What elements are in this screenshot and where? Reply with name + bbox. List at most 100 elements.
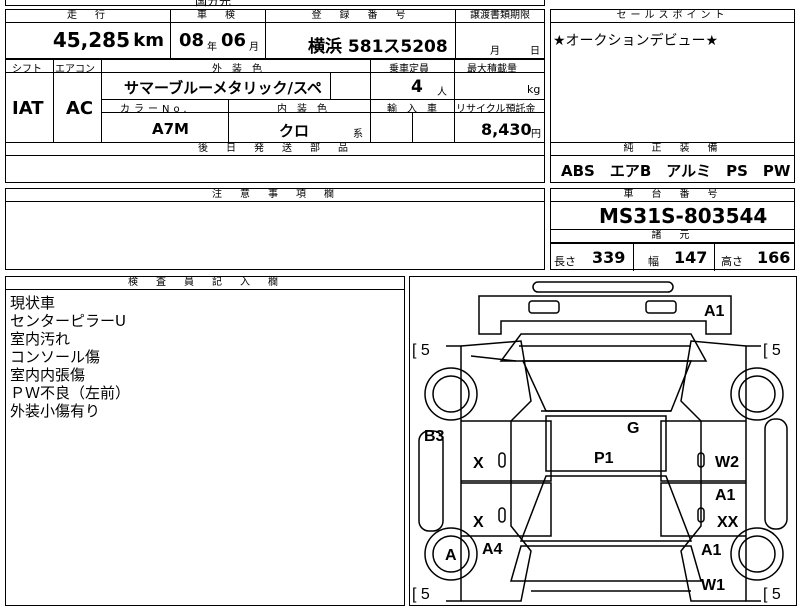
recycle-unit: 円 — [531, 129, 541, 140]
inspection-year-unit: 年 — [207, 42, 217, 53]
aircon-value: AC — [66, 98, 94, 119]
registration-box: 登 録 番 号 横浜 581ス5208 — [265, 9, 456, 59]
chassis-value: MS31S-803544 — [599, 204, 768, 228]
mark-w2: W2 — [715, 454, 739, 471]
mark-left-bracket: [ 5 — [412, 342, 430, 359]
interior-value: クロ — [279, 122, 310, 140]
transfer-deadline-header: 譲渡書類期限 — [456, 10, 544, 23]
remark-line: ＰＷ不良（左前） — [10, 384, 131, 402]
mark-bottom-left-bracket: [ 5 — [412, 586, 430, 603]
mark-x-upper: X — [473, 455, 484, 472]
shift-value: IAT — [12, 98, 44, 119]
sales-point-text: ★オークションデビュー★ — [553, 33, 719, 49]
aircon-header-cell: エアコン — [53, 59, 102, 75]
remark-line: センターピラーU — [10, 312, 126, 330]
remarks-list: 現状車 センターピラーU 室内汚れ コンソール傷 室内内張傷 ＰＷ不良（左前） … — [10, 294, 130, 420]
import-value-cell-a — [370, 112, 413, 143]
mileage-unit: km — [133, 30, 164, 51]
equipment-items: ABS エアB アルミ PS PW — [561, 162, 791, 180]
interior-unit: 系 — [353, 129, 363, 140]
notes-box: 注 意 事 項 欄 — [5, 188, 545, 270]
mark-a-wheel: A — [445, 547, 457, 564]
remark-line: 現状車 — [10, 294, 56, 312]
mark-bottom-right-bracket: [ 5 — [763, 586, 781, 603]
interior-value-cell: クロ 系 — [228, 112, 371, 143]
top-strip — [5, 0, 545, 6]
transfer-day-unit: 日 — [530, 46, 540, 57]
inspection-year: 08 — [179, 30, 205, 51]
interior-header-cell: 内 装 色 — [228, 99, 371, 115]
capacity-value-cell: 4 人 — [370, 72, 455, 100]
exterior-value-cell: サマーブルーメタリック/スペ — [101, 72, 331, 100]
length-value: 339 — [592, 248, 626, 267]
mark-w1: W1 — [701, 577, 725, 594]
color-no-value: A7M — [152, 120, 189, 138]
capacity-value: 4 — [411, 77, 423, 97]
top-fragment: 国分先 — [195, 0, 232, 8]
registration-header: 登 録 番 号 — [266, 10, 455, 23]
damage-marks: A1 [ 5 [ 5 B3 G P1 X W2 A1 X XX A A4 A1 … — [412, 303, 781, 603]
color-no-value-cell: A7M — [101, 112, 229, 143]
later-parts-box: 後 日 発 送 部 品 — [5, 142, 545, 183]
import-value-cell-b — [412, 112, 455, 143]
mileage-value: 45,285 — [52, 28, 130, 52]
inspection-month: 06 — [221, 30, 247, 51]
height-cell: 高さ 166 — [714, 243, 795, 271]
mark-a1-top: A1 — [704, 303, 725, 320]
equipment-header: 純 正 装 備 — [551, 143, 794, 156]
height-label: 高さ — [721, 255, 743, 268]
recycle-value-cell: 8,430 円 — [454, 112, 545, 143]
specs-header: 諸 元 — [551, 229, 794, 243]
load-unit: kg — [527, 83, 541, 96]
remark-line: 室内汚れ — [10, 330, 71, 348]
transfer-month-unit: 月 — [490, 46, 500, 57]
mark-xx: XX — [717, 514, 739, 531]
mark-a4: A4 — [482, 541, 503, 558]
aircon-value-cell: AC — [53, 72, 102, 144]
car-diagram: A1 [ 5 [ 5 B3 G P1 X W2 A1 X XX A A4 A1 … — [412, 281, 788, 603]
width-cell: 幅 147 — [633, 243, 715, 271]
inspection-month-unit: 月 — [249, 42, 259, 53]
transfer-deadline-box: 譲渡書類期限 月 日 — [455, 9, 545, 59]
mark-g: G — [627, 420, 639, 437]
remark-line: 外装小傷有り — [10, 402, 101, 420]
remark-line: 室内内張傷 — [10, 366, 86, 384]
mileage-box: 走 行 45,285 km — [5, 9, 171, 59]
notes-header: 注 意 事 項 欄 — [6, 189, 544, 202]
width-value: 147 — [674, 248, 708, 267]
inspection-box: 車 検 08 年 06 月 — [170, 9, 266, 59]
exterior-extra-cell — [330, 72, 371, 100]
sales-point-header: セールスポイント — [551, 10, 794, 23]
mileage-header: 走 行 — [6, 10, 170, 23]
capacity-header-cell: 乗車定員 — [370, 59, 455, 75]
recycle-header-cell: リサイクル預託金 — [454, 99, 545, 115]
mark-b3: B3 — [424, 428, 445, 445]
sales-point-box: セールスポイント ★オークションデビュー★ — [550, 9, 795, 143]
chassis-header: 車 台 番 号 — [551, 189, 794, 202]
load-value-cell: kg — [454, 72, 545, 100]
later-parts-header: 後 日 発 送 部 品 — [6, 143, 544, 156]
mark-a1-right-lower: A1 — [701, 542, 722, 559]
inspector-box: 検 査 員 記 入 欄 現状車 センターピラーU 室内汚れ コンソール傷 室内内… — [5, 276, 405, 606]
max-load-header-cell: 最大積載量 — [454, 59, 545, 75]
shift-header-cell: シフト — [5, 59, 54, 75]
remark-line: コンソール傷 — [10, 348, 101, 366]
exterior-header-cell: 外 装 色 — [101, 59, 371, 75]
exterior-value: サマーブルーメタリック/スペ — [124, 79, 322, 97]
height-value: 166 — [757, 248, 791, 267]
inspection-header: 車 検 — [171, 10, 265, 23]
mark-a1-right: A1 — [715, 487, 736, 504]
mark-x-lower: X — [473, 514, 484, 531]
length-label: 長さ — [554, 255, 576, 268]
mark-right-bracket: [ 5 — [763, 342, 781, 359]
registration-value: 横浜 581ス5208 — [308, 37, 448, 57]
width-label: 幅 — [648, 255, 659, 268]
car-diagram-box: A1 [ 5 [ 5 B3 G P1 X W2 A1 X XX A A4 A1 … — [409, 276, 797, 606]
length-cell: 長さ 339 — [550, 243, 634, 271]
shift-value-cell: IAT — [5, 72, 54, 144]
equipment-box: 純 正 装 備 ABS エアB アルミ PS PW — [550, 142, 795, 183]
import-header-cell: 輸 入 車 — [370, 99, 455, 115]
inspector-header: 検 査 員 記 入 欄 — [6, 277, 404, 290]
capacity-unit: 人 — [437, 87, 447, 98]
chassis-box: 車 台 番 号 MS31S-803544 諸 元 長さ 339 幅 147 高さ… — [550, 188, 795, 271]
